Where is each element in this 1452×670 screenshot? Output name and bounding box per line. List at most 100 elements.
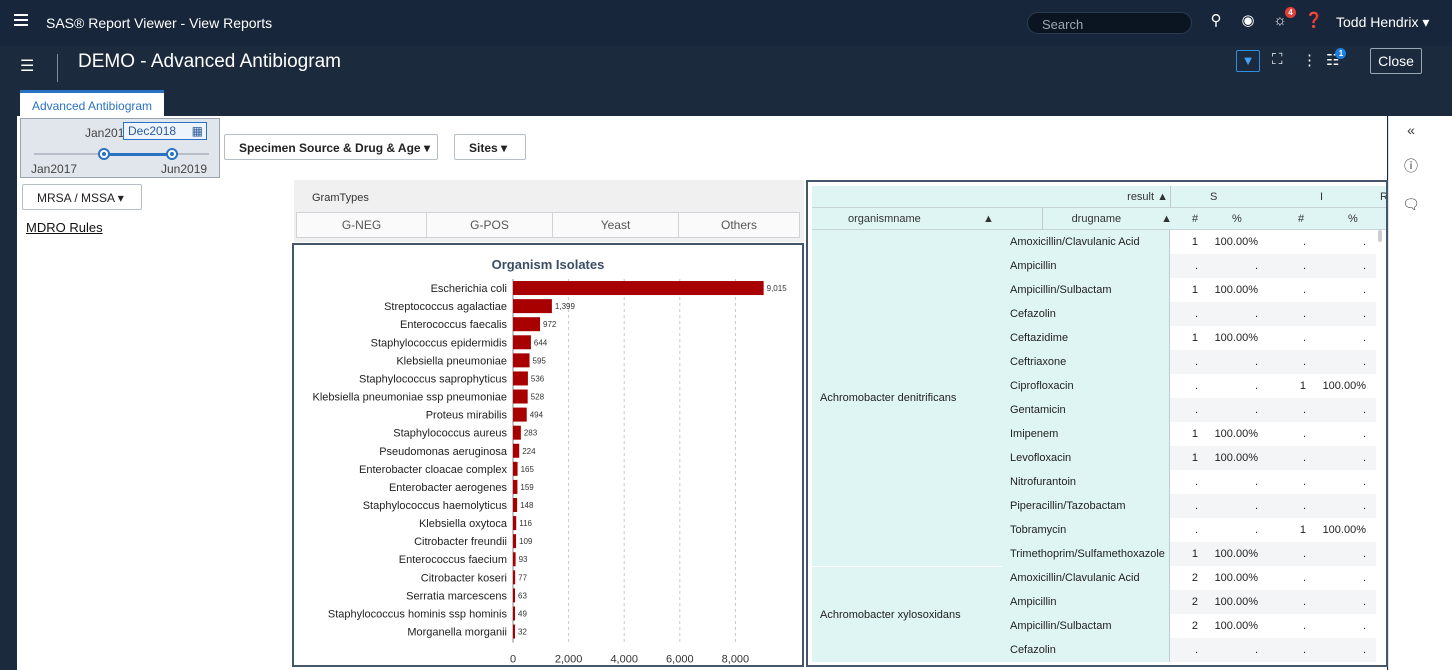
table-row[interactable]: Tobramycin.. 1 100.00%: [1002, 518, 1385, 542]
bar-value-label: 972: [543, 320, 557, 329]
specimen-source-dropdown[interactable]: Specimen Source & Drug & Age ▾: [224, 134, 438, 160]
value-cell: [1366, 254, 1376, 278]
value-cell: .: [1170, 254, 1198, 278]
value-cell: .: [1362, 476, 1366, 488]
more-options-icon[interactable]: ⋮: [1302, 51, 1317, 69]
calendar-icon[interactable]: ▦: [192, 123, 203, 139]
value-cell: .: [1306, 638, 1366, 662]
bar-value-label: 9,015: [767, 284, 788, 293]
top-bar: SAS® Report Viewer - View Reports Search…: [0, 0, 1452, 46]
gram-button-g-neg[interactable]: G-NEG: [296, 212, 427, 238]
column-header-drugname[interactable]: drugname ▲: [1042, 208, 1172, 230]
notes-icon[interactable]: ☷ 1: [1326, 48, 1347, 69]
category-label: Enterobacter cloacae complex: [359, 464, 507, 476]
table-row[interactable]: Imipenem 1 100.00%..: [1002, 422, 1385, 446]
category-label: Enterococcus faecalis: [400, 319, 507, 331]
user-menu[interactable]: Todd Hendrix ▾: [1336, 14, 1429, 31]
table-row[interactable]: Ampicillin 2 100.00%..: [1002, 590, 1385, 614]
organism-name: Achromobacter denitrificans: [820, 392, 957, 404]
collapse-panel-icon[interactable]: «: [1389, 122, 1433, 138]
category-label: Staphylococcus hominis ssp hominis: [328, 608, 508, 620]
sites-dropdown[interactable]: Sites ▾: [454, 134, 526, 160]
table-row[interactable]: Cefazolin....: [1002, 302, 1385, 326]
table-row[interactable]: Ampicillin/Sulbactam 2 100.00%..: [1002, 614, 1385, 638]
chart-canvas: Organism Isolates 0 2,000 4,000 6,000 8,000 Es…: [313, 257, 788, 665]
list-icon[interactable]: ☰: [20, 56, 34, 76]
value-cell: .: [1170, 494, 1198, 518]
value-cell: 1: [1191, 284, 1198, 296]
info-icon[interactable]: ⓘ: [1389, 156, 1433, 176]
recent-icon[interactable]: ◉: [1238, 11, 1258, 31]
table-row[interactable]: Levofloxacin 1 100.00%..: [1002, 446, 1385, 470]
value-cell: 100.00%: [1214, 572, 1258, 584]
table-row[interactable]: Trimethoprim/Sulfamethoxazole 1 100.00%..: [1002, 542, 1385, 566]
hamburger-menu-icon[interactable]: [14, 14, 28, 26]
column-header-s-count[interactable]: #: [1192, 208, 1198, 230]
table-row[interactable]: Gentamicin....: [1002, 398, 1385, 422]
bar: [513, 281, 764, 296]
gram-button-yeast[interactable]: Yeast: [552, 212, 679, 238]
value-cell: .: [1198, 494, 1258, 518]
drug-name-cell: Ciprofloxacin: [1002, 374, 1170, 398]
sort-asc-icon: ▲: [983, 213, 994, 225]
notifications-icon[interactable]: ☼ 4: [1270, 7, 1296, 31]
mdro-rules-link[interactable]: MDRO Rules: [26, 220, 103, 235]
table-row[interactable]: Nitrofurantoin....: [1002, 470, 1385, 494]
table-row[interactable]: Piperacillin/Tazobactam....: [1002, 494, 1385, 518]
drug-name-cell: Imipenem: [1002, 422, 1170, 446]
column-header-i-count[interactable]: #: [1298, 208, 1304, 230]
value-cell: .: [1302, 572, 1306, 584]
gram-button-g-pos[interactable]: G-POS: [426, 212, 553, 238]
chevron-down-icon: ▾: [423, 141, 430, 155]
table-row[interactable]: Amoxicillin/Clavulanic Acid 2 100.00%..: [1002, 566, 1385, 590]
table-row[interactable]: Ampicillin/Sulbactam 1 100.00%..: [1002, 278, 1385, 302]
gram-types-panel: GramTypes G-NEG G-POS Yeast Others: [294, 180, 804, 242]
fullscreen-icon[interactable]: ⛶: [1272, 51, 1283, 68]
comments-icon[interactable]: 🗨: [1389, 196, 1433, 213]
x-tick-label: 4,000: [610, 654, 638, 665]
bar: [513, 299, 552, 314]
value-cell: 100.00%: [1214, 428, 1258, 440]
filter-icon[interactable]: ▼: [1236, 50, 1260, 72]
column-header-organismname[interactable]: organismname ▲: [848, 208, 994, 230]
tab-advanced-antibiogram[interactable]: Advanced Antibiogram: [20, 90, 164, 116]
drug-name-cell: Ampicillin/Sulbactam: [1002, 278, 1170, 302]
drug-name-cell: Cefazolin: [1002, 638, 1170, 662]
table-row[interactable]: Cefazolin....: [1002, 638, 1385, 662]
value-cell: .: [1258, 350, 1306, 374]
category-label: Streptococcus agalactiae: [384, 301, 507, 313]
search-icon[interactable]: ⚲: [1206, 11, 1226, 31]
table-row[interactable]: Ciprofloxacin.. 1 100.00%: [1002, 374, 1385, 398]
drug-name-cell: Nitrofurantoin: [1002, 470, 1170, 494]
value-cell: .: [1198, 302, 1258, 326]
date-range-slider[interactable]: Jan201 Dec2018 ▦ Jan2017 Jun2019: [20, 118, 220, 178]
search-input[interactable]: Search: [1027, 12, 1192, 34]
value-cell: 100.00%: [1198, 446, 1258, 470]
end-date-input[interactable]: Dec2018 ▦: [123, 122, 207, 140]
column-header-s-pct[interactable]: %: [1232, 208, 1242, 230]
value-cell: [1366, 446, 1376, 470]
value-cell: .: [1170, 398, 1198, 422]
slider-min-label: Jan2017: [31, 162, 78, 176]
value-cell: 1: [1299, 524, 1306, 536]
result-sort-header[interactable]: result ▲: [1112, 186, 1168, 208]
table-row[interactable]: Ampicillin....: [1002, 254, 1385, 278]
slider-start-handle[interactable]: [98, 148, 110, 160]
value-cell: .: [1198, 638, 1258, 662]
close-button[interactable]: Close: [1370, 48, 1422, 74]
value-cell: .: [1258, 542, 1306, 566]
help-icon[interactable]: ❓: [1304, 11, 1324, 31]
gram-button-others[interactable]: Others: [678, 212, 800, 238]
slider-end-handle[interactable]: [166, 148, 178, 160]
table-row[interactable]: Ceftazidime 1 100.00%..: [1002, 326, 1385, 350]
slider-start-value: Jan201: [85, 126, 125, 140]
scrollbar-thumb[interactable]: [1378, 230, 1382, 242]
column-header-i-pct[interactable]: %: [1348, 208, 1358, 230]
mrsa-mssa-dropdown[interactable]: MRSA / MSSA ▾: [22, 184, 142, 210]
value-cell: 100.00%: [1198, 590, 1258, 614]
category-label: Staphylococcus aureus: [393, 428, 507, 440]
value-cell: .: [1194, 380, 1198, 392]
value-cell: [1366, 422, 1376, 446]
table-row[interactable]: Amoxicillin/Clavulanic Acid 1 100.00%..: [1002, 230, 1385, 254]
table-row[interactable]: Ceftriaxone....: [1002, 350, 1385, 374]
